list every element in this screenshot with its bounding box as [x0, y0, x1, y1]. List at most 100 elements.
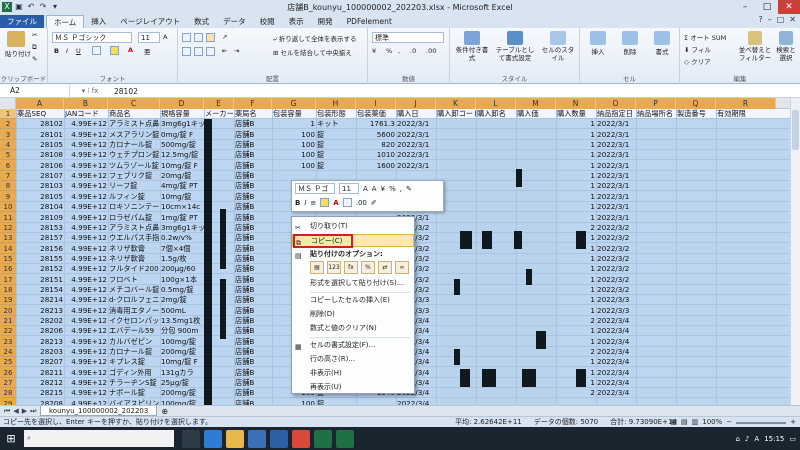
cell-d[interactable]: 12.5mg/錠 — [160, 150, 204, 160]
cell-o[interactable]: 2022/3/4 — [596, 388, 636, 398]
cell-j[interactable]: 2022/3/1 — [396, 130, 436, 140]
cell-b[interactable]: 4.99E+12 — [64, 119, 108, 129]
insert-cells-button[interactable]: 挿入 — [584, 31, 612, 56]
row-header[interactable]: 13 — [0, 233, 16, 244]
cell-g[interactable]: 100 — [272, 130, 316, 140]
cell-a[interactable]: 28212 — [16, 378, 64, 388]
cell-o[interactable]: 2022/3/2 — [596, 244, 636, 254]
cell-c[interactable]: ゴディン外用 — [108, 368, 160, 378]
column-header[interactable]: L — [476, 98, 516, 109]
store-icon[interactable] — [248, 429, 266, 448]
cell-f[interactable]: 店舗B — [234, 140, 272, 150]
format-painter-icon[interactable]: ✎ — [32, 55, 37, 63]
cell-c[interactable]: エバデール59 — [108, 326, 160, 336]
table-row[interactable]: 28101 4.99E+12 メスアラリン錠1 0mg/錠 F 店舗B 100 錠 5600 2… — [16, 130, 800, 140]
cell-c[interactable]: イクセロンパッチ — [108, 316, 160, 326]
header-cell[interactable]: 納品場所名 — [636, 109, 676, 119]
header-cell[interactable]: 製造番号 — [676, 109, 716, 119]
cell-n[interactable]: 1 — [556, 337, 596, 347]
cell-a[interactable]: 28107 — [16, 171, 64, 181]
cell-g[interactable]: 100 — [272, 140, 316, 150]
cut-icon[interactable]: ✂ — [32, 31, 37, 39]
cell-d[interactable]: 0mg/錠 F — [160, 130, 204, 140]
volume-icon[interactable]: ♪ — [745, 435, 749, 443]
cell-n[interactable]: 1 — [556, 171, 596, 181]
cell-f[interactable]: 店舗B — [234, 213, 272, 223]
cell-a[interactable]: 28151 — [16, 275, 64, 285]
cell-n[interactable]: 1 — [556, 161, 596, 171]
select-all-corner[interactable] — [0, 98, 16, 109]
number-format-select[interactable]: 標準 — [372, 32, 444, 43]
cell-a[interactable]: 28213 — [16, 337, 64, 347]
cell-c[interactable]: ツムラゾール錠 — [108, 161, 160, 171]
cell-n[interactable]: 1 — [556, 285, 596, 295]
cell-f[interactable]: 店舗B — [234, 316, 272, 326]
comma-icon[interactable]: , — [398, 47, 400, 55]
row-header[interactable]: 18 — [0, 285, 16, 295]
cell-c[interactable]: d-クロルフェニラ — [108, 295, 160, 305]
header-cell[interactable]: 購入価 — [516, 109, 556, 119]
autosum-button[interactable]: Σ オート SUM — [684, 32, 726, 42]
cell-h[interactable]: 錠 — [316, 130, 356, 140]
cell-b[interactable]: 4.99E+12 — [64, 140, 108, 150]
cell-n[interactable]: 1 — [556, 295, 596, 305]
cell-b[interactable]: 4.99E+12 — [64, 264, 108, 274]
menu-item-hide[interactable]: 非表示(H) — [292, 367, 414, 380]
tab-file[interactable]: ファイル — [0, 15, 44, 28]
cell-o[interactable]: 2022/3/1 — [596, 171, 636, 181]
cell-o[interactable]: 2022/3/2 — [596, 264, 636, 274]
undo-icon[interactable]: ↶ — [26, 2, 36, 12]
cell-n[interactable]: 2 — [556, 316, 596, 326]
cell-d[interactable]: 200mg/錠 — [160, 347, 204, 357]
menu-item-clear-contents[interactable]: 数式と値のクリア(N) — [292, 322, 414, 335]
cell-b[interactable]: 4.99E+12 — [64, 316, 108, 326]
mini-align-icon[interactable]: ≡ — [310, 199, 316, 207]
first-sheet-icon[interactable]: ⏮ — [4, 407, 10, 416]
header-cell[interactable]: メーカー名 — [204, 109, 234, 119]
cell-c[interactable]: フェブリク錠 — [108, 171, 160, 181]
cell-o[interactable]: 2022/3/4 — [596, 368, 636, 378]
cell-o[interactable]: 2022/3/4 — [596, 378, 636, 388]
excel-taskbar-icon-2[interactable] — [336, 429, 354, 448]
column-header[interactable]: K — [436, 98, 476, 109]
mail-icon[interactable] — [270, 429, 288, 448]
header-cell[interactable]: 薬品SEQ — [16, 109, 64, 119]
mini-fill-color-icon[interactable] — [320, 198, 330, 207]
cell-d[interactable]: 7個×4個 — [160, 244, 204, 254]
cell-f[interactable]: 店舗B — [234, 264, 272, 274]
column-header[interactable]: B — [64, 98, 108, 109]
cell-b[interactable]: 4.99E+12 — [64, 306, 108, 316]
cell-i[interactable]: 820 — [356, 140, 396, 150]
row-header[interactable]: 6 — [0, 161, 16, 171]
column-header[interactable]: E — [204, 98, 234, 109]
ribbon-minimize-icon[interactable]: – — [768, 15, 772, 24]
cell-c[interactable]: カロナール錠 — [108, 140, 160, 150]
cell-b[interactable]: 4.99E+12 — [64, 244, 108, 254]
cell-a[interactable]: 28101 — [16, 130, 64, 140]
cell-a[interactable]: 28157 — [16, 233, 64, 243]
cell-c[interactable]: アラミスト点鼻 — [108, 223, 160, 233]
chrome-icon[interactable] — [292, 429, 310, 448]
column-header[interactable]: O — [596, 98, 636, 109]
header-cell[interactable]: 規格容量 — [160, 109, 204, 119]
task-view-icon[interactable] — [182, 429, 200, 448]
row-header[interactable]: 2 — [0, 119, 16, 130]
cell-b[interactable]: 4.99E+12 — [64, 347, 108, 357]
cell-o[interactable]: 2022/3/2 — [596, 275, 636, 285]
cell-d[interactable]: 分包 900m — [160, 326, 204, 336]
maximize-icon[interactable]: □ — [756, 0, 778, 14]
align-left-icon[interactable] — [182, 47, 191, 56]
cell-a[interactable]: 28153 — [16, 223, 64, 233]
cell-o[interactable]: 2022/3/1 — [596, 213, 636, 223]
row-header[interactable]: 8 — [0, 181, 16, 192]
sort-filter-button[interactable]: 並べ替えとフィルター — [738, 31, 772, 62]
cell-f[interactable]: 店舗B — [234, 130, 272, 140]
row-header[interactable]: 15 — [0, 254, 16, 264]
cell-d[interactable]: 1.5g/枚 — [160, 254, 204, 264]
row-header[interactable]: 27 — [0, 378, 16, 389]
column-header[interactable]: P — [636, 98, 676, 109]
cell-c[interactable]: ネリザ軟膏 — [108, 244, 160, 254]
align-right-icon[interactable] — [206, 47, 215, 56]
cell-o[interactable]: 2022/3/2 — [596, 254, 636, 264]
sheet-tab[interactable]: kounyu_100000002_202203 — [40, 406, 158, 416]
